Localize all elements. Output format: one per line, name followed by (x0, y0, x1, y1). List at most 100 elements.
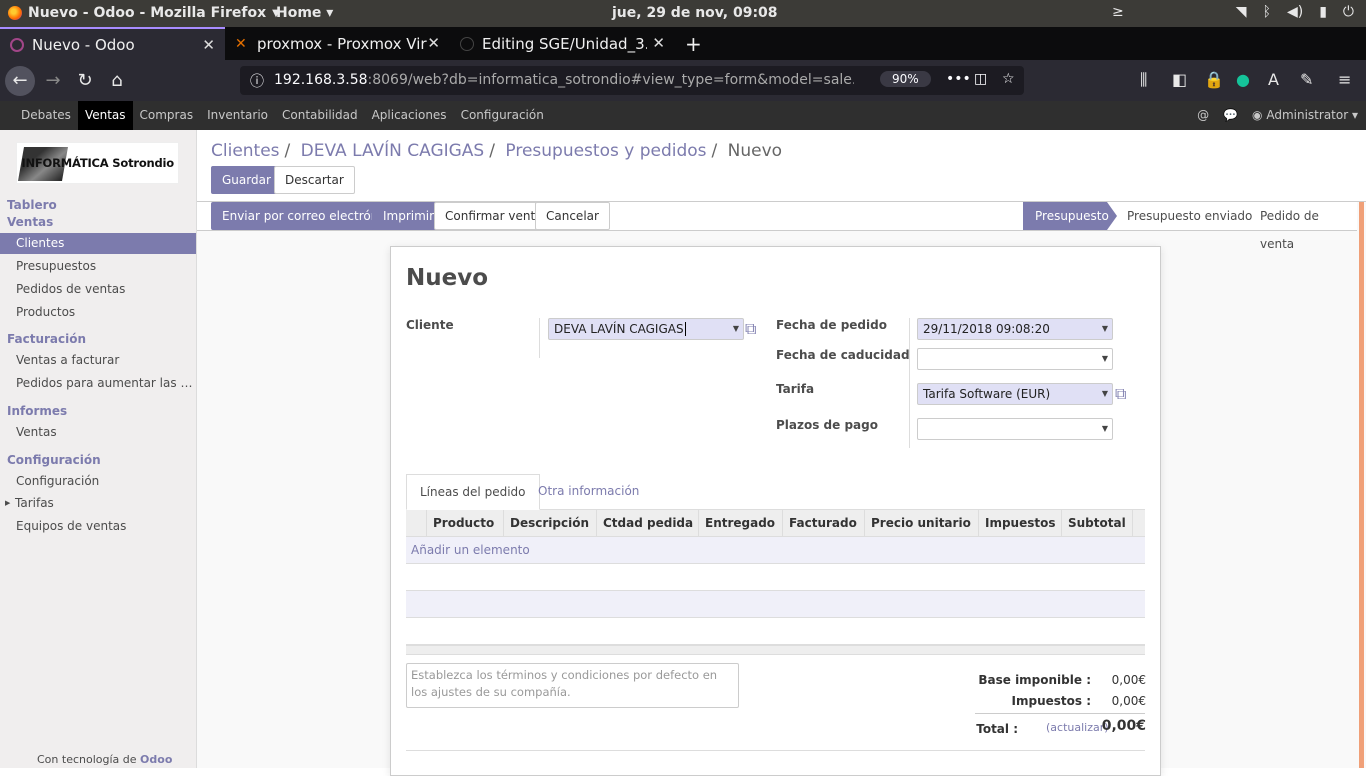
company-logo[interactable]: INFORMÁTICA Sotrondio (16, 142, 179, 184)
col-facturado[interactable]: Facturado (782, 510, 864, 536)
dropdown-icon[interactable]: ▼ (1102, 419, 1108, 439)
url-bar[interactable]: ⓘ 192.168.3.58:8069/web?db=informatica_s… (240, 66, 1024, 95)
sidebar-item-pedidos-ventas[interactable]: Pedidos de ventas (0, 279, 196, 300)
odoo-link[interactable]: Odoo (140, 753, 172, 766)
menu-debates[interactable]: Debates (14, 101, 78, 130)
terms-textarea[interactable]: Establezca los términos y condiciones po… (406, 663, 739, 708)
dropdown-icon[interactable]: ▼ (733, 319, 739, 339)
col-ctdad[interactable]: Ctdad pedida (596, 510, 698, 536)
zoom-level[interactable]: 90% (880, 71, 931, 87)
new-tab-button[interactable]: + (675, 27, 705, 60)
col-precio[interactable]: Precio unitario (864, 510, 978, 536)
tab-lineas-pedido[interactable]: Líneas del pedido (406, 474, 540, 510)
breadcrumb-presupuestos[interactable]: Presupuestos y pedidos (505, 141, 706, 161)
dropdown-icon[interactable]: ▼ (1102, 319, 1108, 339)
sidebar-item-presupuestos[interactable]: Presupuestos (0, 256, 196, 277)
tab-odoo[interactable]: Nuevo - Odoo ✕ (0, 27, 225, 60)
stage-pedido-venta[interactable]: Pedido de venta (1248, 202, 1357, 251)
reload-button[interactable]: ↻ (70, 66, 100, 96)
dropdown-icon[interactable]: ▼ (1102, 384, 1108, 404)
wifi-icon[interactable]: ◥ (1236, 4, 1247, 20)
info-icon[interactable]: ⓘ (250, 71, 264, 91)
sidebar: INFORMÁTICA Sotrondio Tablero Ventas Cli… (0, 130, 197, 768)
tab-otra-informacion[interactable]: Otra información (525, 474, 652, 510)
close-icon[interactable]: ✕ (202, 36, 215, 54)
chat-icon[interactable]: 💬 (1223, 101, 1238, 130)
sidebar-item-ventas-facturar[interactable]: Ventas a facturar (0, 350, 196, 371)
home-button[interactable]: ⌂ (102, 66, 132, 96)
battery-icon[interactable]: ▮ (1319, 4, 1327, 20)
font-extension-icon[interactable]: A (1268, 70, 1279, 89)
col-impuestos[interactable]: Impuestos (978, 510, 1061, 536)
odoo-favicon-icon (10, 37, 24, 52)
dropdown-icon[interactable]: ▼ (1102, 349, 1108, 369)
sidebar-item-productos[interactable]: Productos (0, 302, 196, 323)
tab-proxmox[interactable]: ✕ proxmox - Proxmox Virt ✕ (225, 27, 450, 60)
menu-contabilidad[interactable]: Contabilidad (275, 101, 365, 130)
external-link-icon[interactable]: ⧉ (1115, 384, 1126, 404)
sidebar-item-informes-ventas[interactable]: Ventas (0, 422, 196, 443)
back-button[interactable]: ← (5, 66, 35, 96)
pocket-icon[interactable]: ◫ (974, 71, 987, 87)
breadcrumb-clientes[interactable]: Clientes (211, 141, 280, 161)
fecha-caducidad-label: Fecha de caducidad (776, 348, 910, 362)
terminal-icon[interactable]: ≥ (1112, 4, 1124, 20)
sidebar-item-equipos[interactable]: Equipos de ventas (0, 516, 196, 537)
menu-compras[interactable]: Compras (133, 101, 201, 130)
col-entregado[interactable]: Entregado (698, 510, 782, 536)
sidebar-item-tarifas[interactable]: ▶ Tarifas (0, 493, 196, 514)
col-descripcion[interactable]: Descripción (503, 510, 596, 536)
discard-button[interactable]: Descartar (274, 166, 355, 194)
menu-ventas[interactable]: Ventas (77, 101, 133, 130)
power-icon[interactable]: ⏻ (1343, 4, 1354, 20)
close-icon[interactable]: ✕ (652, 34, 665, 52)
sidebar-section-tablero[interactable]: Tablero (7, 198, 57, 212)
tarifa-field[interactable]: Tarifa Software (EUR) ▼ (917, 383, 1113, 405)
close-icon[interactable]: ✕ (427, 34, 440, 52)
base-value: 0,00€ (1111, 673, 1146, 687)
app-menu[interactable]: Nuevo - Odoo - Mozilla Firefox ▼ (8, 5, 280, 21)
home-menu[interactable]: Home ▾ (276, 5, 333, 21)
divider (975, 713, 1145, 714)
stage-presupuesto[interactable]: Presupuesto (1023, 202, 1117, 230)
plazos-pago-field[interactable]: ▼ (917, 418, 1113, 440)
activity-icon[interactable]: @ (1197, 101, 1209, 130)
page-actions-icon[interactable]: ••• (946, 71, 971, 87)
hamburger-menu-icon[interactable]: ≡ (1338, 70, 1351, 89)
external-link-icon[interactable]: ⧉ (745, 319, 756, 339)
breadcrumb-cliente[interactable]: DEVA LAVÍN CAGIGAS (301, 141, 485, 161)
bookmark-star-icon[interactable]: ☆ (1002, 71, 1015, 87)
stage-presupuesto-enviado[interactable]: Presupuesto enviado (1115, 202, 1264, 230)
bluetooth-icon[interactable]: ᛒ (1263, 4, 1271, 20)
fecha-pedido-field[interactable]: 29/11/2018 09:08:20 ▼ (917, 318, 1113, 340)
volume-icon[interactable]: ◀) (1287, 4, 1303, 20)
save-button[interactable]: Guardar (211, 166, 282, 194)
library-icon[interactable]: ⫼ (1140, 70, 1147, 90)
system-tray: ≥ ◥ ᛒ ◀) ▮ ⏻ (1112, 4, 1354, 20)
cliente-field[interactable]: DEVA LAVÍN CAGIGAS ▼ (548, 318, 744, 340)
forward-button[interactable]: → (38, 66, 68, 96)
col-subtotal[interactable]: Subtotal (1061, 510, 1132, 536)
menu-configuracion[interactable]: Configuración (454, 101, 551, 130)
menu-inventario[interactable]: Inventario (200, 101, 275, 130)
menu-aplicaciones[interactable]: Aplicaciones (365, 101, 454, 130)
clock[interactable]: jue, 29 de nov, 09:08 (612, 5, 778, 21)
tab-editing[interactable]: Editing SGE/Unidad_3.m ✕ (450, 27, 675, 60)
grammarly-icon[interactable]: ● (1236, 70, 1250, 89)
sidebar-item-pedidos-aumentar[interactable]: Pedidos para aumentar las … (0, 373, 196, 394)
col-producto[interactable]: Producto (426, 510, 503, 536)
tarifa-label: Tarifa (776, 382, 815, 396)
user-menu[interactable]: ◉ Administrator ▾ (1252, 101, 1358, 130)
lock-extension-icon[interactable]: 🔒 (1204, 70, 1224, 89)
breadcrumb: Clientes / DEVA LAVÍN CAGIGAS / Presupuest… (211, 141, 783, 161)
sidebar-item-configuracion[interactable]: Configuración (0, 471, 196, 492)
sidebar-item-clientes[interactable]: Clientes (0, 233, 196, 254)
caret-right-icon: ▶ (5, 499, 11, 507)
sidebar-icon[interactable]: ◧ (1172, 70, 1187, 89)
cancel-button[interactable]: Cancelar (535, 202, 610, 230)
url-text[interactable]: 192.168.3.58:8069/web?db=informatica_sot… (274, 72, 854, 88)
fecha-caducidad-field[interactable]: ▼ (917, 348, 1113, 370)
extension-icon[interactable]: ✎ (1300, 70, 1313, 89)
form-title: Nuevo (406, 265, 489, 291)
add-item-link[interactable]: Añadir un elemento (406, 537, 1145, 564)
